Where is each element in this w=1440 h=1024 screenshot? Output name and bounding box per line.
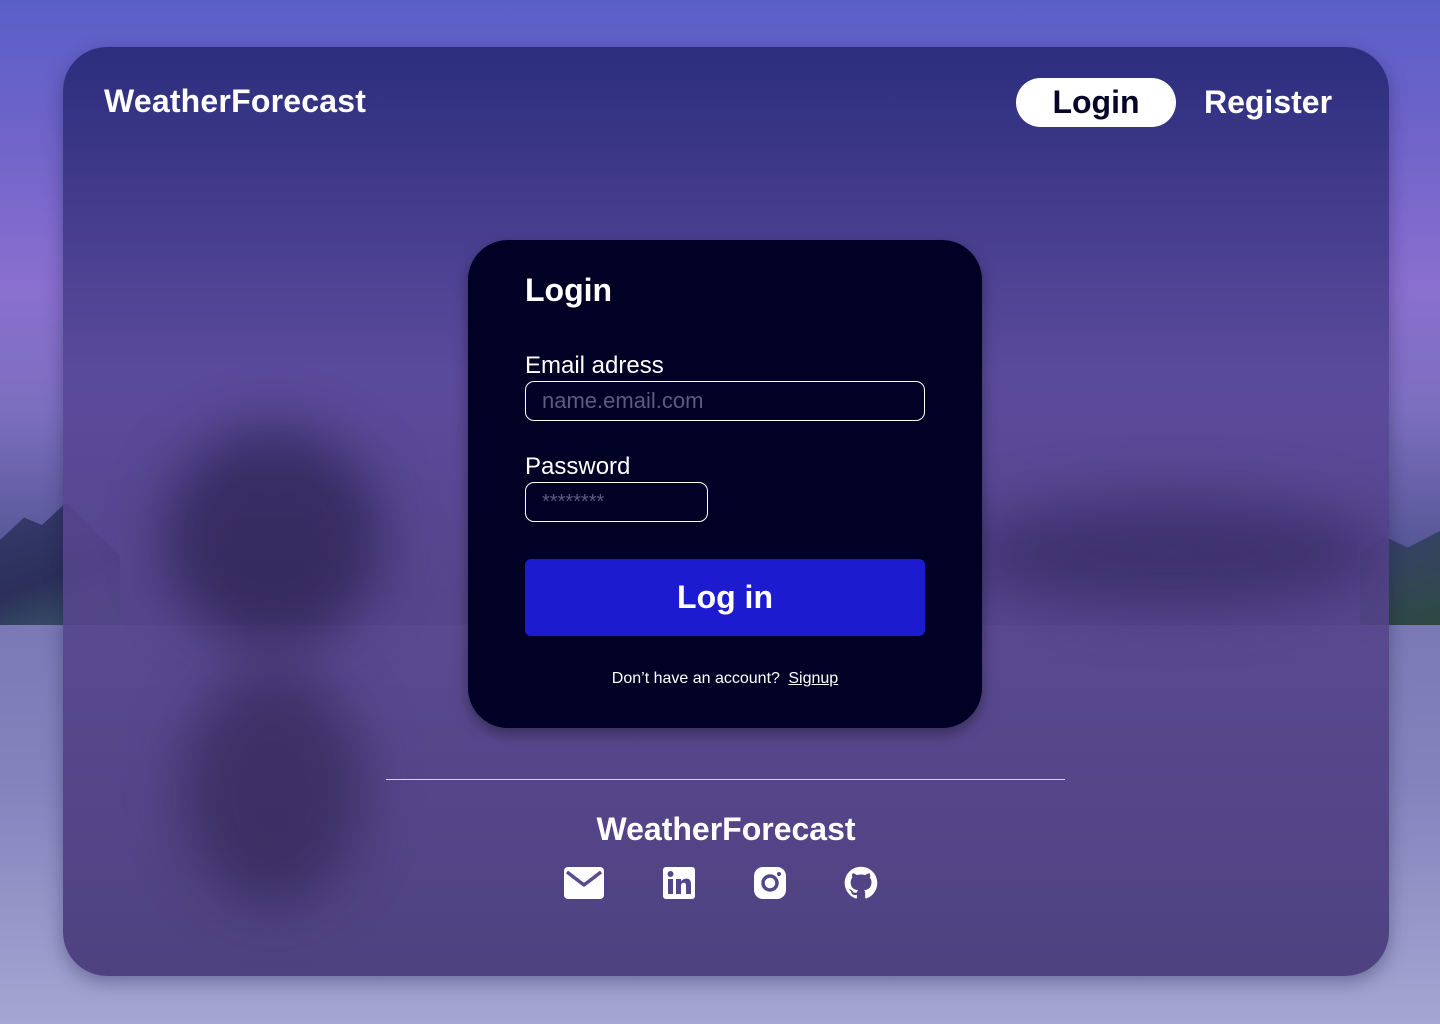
brand-title: WeatherForecast: [104, 83, 367, 119]
nav-register-link[interactable]: Register: [1193, 78, 1343, 127]
login-card: Login Email adress Password Log in Don’t…: [468, 240, 982, 728]
blurred-tree-reflection: [183, 667, 363, 907]
log-in-button[interactable]: Log in: [525, 559, 925, 636]
blurred-shoreline: [963, 497, 1383, 607]
signup-link[interactable]: Signup: [788, 670, 838, 687]
email-label: Email adress: [525, 352, 664, 379]
github-icon[interactable]: [840, 862, 882, 904]
footer-divider: [386, 779, 1065, 780]
mail-icon[interactable]: [563, 862, 605, 904]
signup-prompt-text: Don’t have an account?: [611, 670, 780, 687]
password-input[interactable]: [525, 482, 708, 522]
footer-brand: WeatherForecast: [596, 811, 856, 847]
email-input[interactable]: [525, 381, 925, 421]
login-card-title: Login: [525, 272, 613, 308]
instagram-icon[interactable]: [749, 862, 791, 904]
signup-prompt-row: Don’t have an account? Signup: [468, 670, 982, 688]
nav-login-button[interactable]: Login: [1016, 78, 1176, 127]
password-label: Password: [525, 453, 631, 480]
blurred-tree-shape: [163, 427, 383, 647]
linkedin-icon[interactable]: [658, 862, 700, 904]
main-panel: WeatherForecast Login Register Login Ema…: [63, 47, 1389, 976]
